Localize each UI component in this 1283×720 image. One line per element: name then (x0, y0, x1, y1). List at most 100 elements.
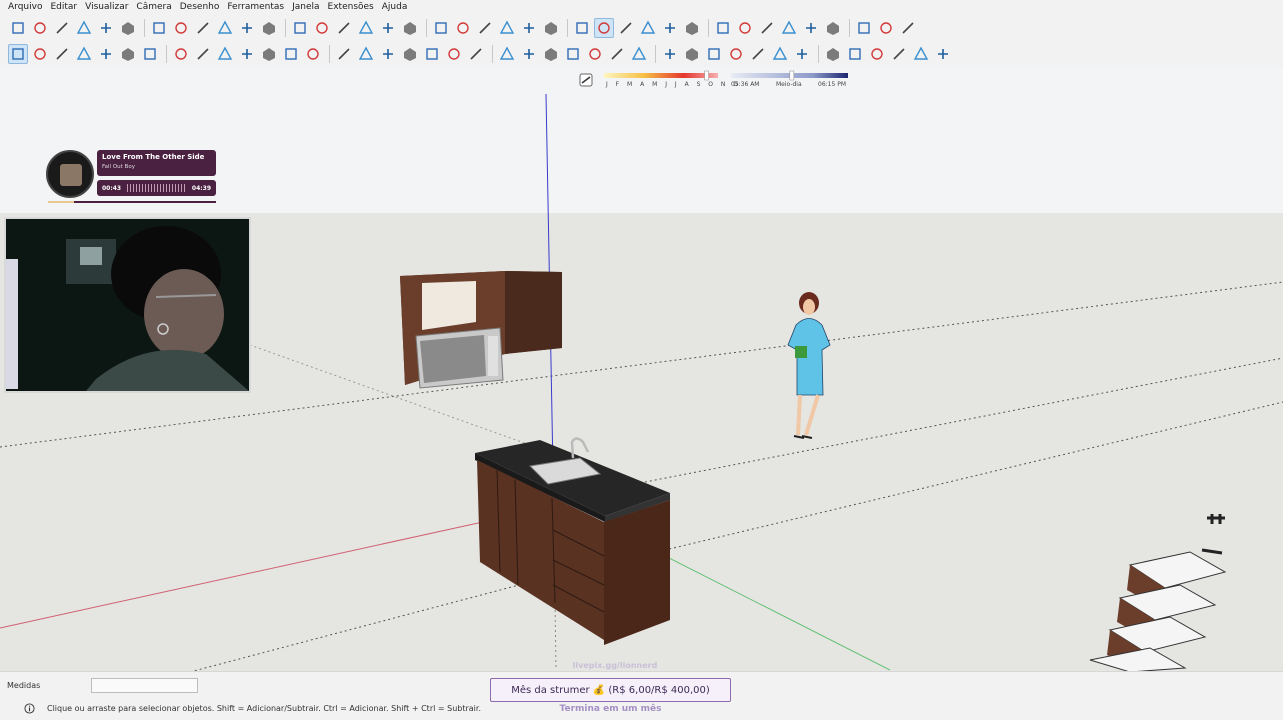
menu-bar: Arquivo Editar Visualizar Câmera Desenho Ferr… (0, 0, 1283, 15)
extension-icon[interactable] (735, 18, 755, 38)
warehouse-icon[interactable] (713, 18, 733, 38)
layout-icon[interactable] (757, 18, 777, 38)
top-view-icon[interactable] (290, 18, 310, 38)
paste-icon[interactable] (118, 18, 138, 38)
menu-item[interactable]: Extensões (324, 0, 378, 15)
axes-icon[interactable] (563, 44, 583, 64)
info-icon[interactable] (24, 703, 35, 714)
push-pull-icon[interactable] (356, 44, 376, 64)
polygon-icon[interactable] (215, 44, 235, 64)
offset-icon[interactable] (444, 44, 464, 64)
menu-item[interactable]: Arquivo (4, 0, 46, 15)
print-icon[interactable] (215, 18, 235, 38)
pan-tool-icon[interactable] (629, 44, 649, 64)
monochrome-icon[interactable] (638, 18, 658, 38)
walk-icon[interactable] (770, 44, 790, 64)
extrude-icon[interactable] (889, 44, 909, 64)
section-plane-icon[interactable] (660, 18, 680, 38)
zoom-window-icon[interactable] (682, 44, 702, 64)
menu-item[interactable]: Desenho (176, 0, 224, 15)
orbit-icon[interactable] (431, 18, 451, 38)
sandbox-icon[interactable] (792, 44, 812, 64)
rotate-icon[interactable] (378, 44, 398, 64)
menu-item[interactable]: Ferramentas (223, 0, 288, 15)
date-slider[interactable] (604, 73, 718, 78)
time-slider-thumb[interactable] (789, 70, 795, 81)
info-icon[interactable] (854, 18, 874, 38)
circle-icon[interactable] (193, 44, 213, 64)
new-file-icon[interactable] (8, 18, 28, 38)
freehand-icon[interactable] (118, 44, 138, 64)
section-display-icon[interactable] (682, 18, 702, 38)
look-around-icon[interactable] (748, 44, 768, 64)
follow-me-icon[interactable] (422, 44, 442, 64)
toolbar-separator (849, 19, 850, 37)
cart-icon[interactable] (876, 18, 896, 38)
bottom-view-icon[interactable] (400, 18, 420, 38)
eraser-icon[interactable] (74, 44, 94, 64)
undo-icon[interactable] (171, 18, 191, 38)
sub-goal-subtitle: Termina em um mês (559, 704, 662, 714)
copy-icon[interactable] (96, 18, 116, 38)
scale-icon[interactable] (400, 44, 420, 64)
cut-icon[interactable] (74, 18, 94, 38)
more-icon[interactable] (933, 44, 953, 64)
pan-icon[interactable] (453, 18, 473, 38)
3d-text-icon[interactable] (585, 44, 605, 64)
solid-icon[interactable] (845, 44, 865, 64)
wireframe-icon[interactable] (541, 18, 561, 38)
settings-icon[interactable] (801, 18, 821, 38)
dimension-icon[interactable] (497, 44, 517, 64)
menu-item[interactable]: Janela (288, 0, 323, 15)
date-slider-thumb[interactable] (704, 70, 709, 81)
measurements-input[interactable] (91, 678, 198, 693)
redo-icon[interactable] (193, 18, 213, 38)
box-icon[interactable] (823, 44, 843, 64)
previous-view-icon[interactable] (704, 44, 724, 64)
time-slider[interactable] (731, 73, 848, 78)
protractor-icon[interactable] (519, 44, 539, 64)
hidden-line-icon[interactable] (572, 18, 592, 38)
paint-bucket-icon[interactable] (52, 44, 72, 64)
zoom-extents-icon[interactable] (497, 18, 517, 38)
model-info-icon[interactable] (237, 18, 257, 38)
three-point-arc-icon[interactable] (281, 44, 301, 64)
component-icon[interactable] (30, 44, 50, 64)
iso-view-icon[interactable] (259, 18, 279, 38)
pie-icon[interactable] (303, 44, 323, 64)
account-icon[interactable] (898, 18, 918, 38)
rectangle-icon[interactable] (140, 44, 160, 64)
save-icon[interactable] (52, 18, 72, 38)
line-icon[interactable] (96, 44, 116, 64)
menu-item[interactable]: Editar (46, 0, 81, 15)
mirror-icon[interactable] (867, 44, 887, 64)
menu-item[interactable]: Visualizar (81, 0, 132, 15)
orbit-tool-icon[interactable] (607, 44, 627, 64)
textured-icon[interactable] (616, 18, 636, 38)
tape-measure-icon[interactable] (466, 44, 486, 64)
rotated-rectangle-icon[interactable] (171, 44, 191, 64)
components-icon[interactable] (823, 18, 843, 38)
back-view-icon[interactable] (356, 18, 376, 38)
arc-icon[interactable] (237, 44, 257, 64)
shaded-icon[interactable] (594, 18, 614, 38)
dimension-tool-icon[interactable] (911, 44, 931, 64)
zoom-icon[interactable] (475, 18, 495, 38)
xray-icon[interactable] (519, 18, 539, 38)
zoom-tool-icon[interactable] (660, 44, 680, 64)
menu-item[interactable]: Ajuda (378, 0, 412, 15)
erase-icon[interactable] (149, 18, 169, 38)
menu-item[interactable]: Câmera (132, 0, 175, 15)
two-point-arc-icon[interactable] (259, 44, 279, 64)
right-view-icon[interactable] (334, 18, 354, 38)
text-icon[interactable] (541, 44, 561, 64)
toolbar-separator (492, 45, 493, 63)
select-icon[interactable] (8, 44, 28, 64)
shadow-toggle-icon[interactable] (579, 73, 593, 87)
position-camera-icon[interactable] (726, 44, 746, 64)
front-view-icon[interactable] (312, 18, 332, 38)
open-file-icon[interactable] (30, 18, 50, 38)
left-view-icon[interactable] (378, 18, 398, 38)
move-icon[interactable] (334, 44, 354, 64)
cloud-icon[interactable] (779, 18, 799, 38)
